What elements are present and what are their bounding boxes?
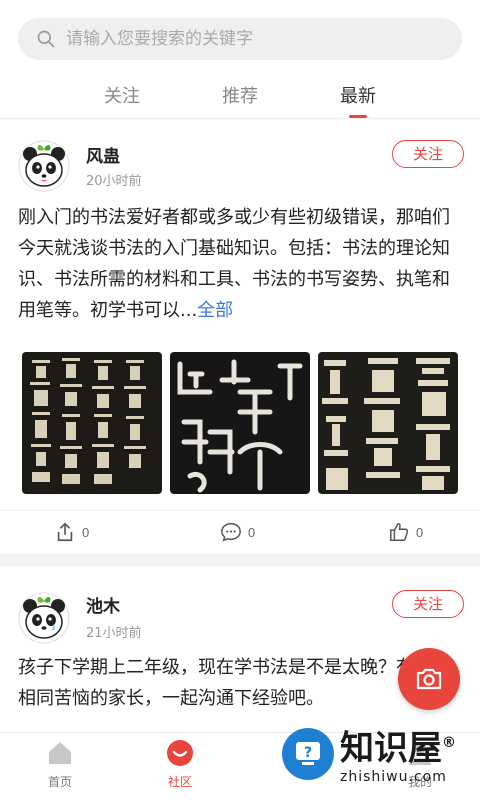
post-images — [22, 352, 458, 494]
watermark-title: 知识屋® — [340, 728, 456, 769]
home-icon — [49, 742, 71, 764]
like-count: 0 — [416, 524, 424, 540]
search-icon — [37, 30, 55, 48]
comment-icon — [221, 523, 241, 542]
share-count: 0 — [82, 524, 90, 540]
post-username[interactable]: 风蛊 — [86, 142, 120, 167]
follow-button[interactable]: 关注 — [392, 590, 464, 618]
tab-recommended[interactable]: 推荐 — [181, 72, 299, 118]
calligraphy-image[interactable] — [170, 352, 310, 494]
post-content[interactable]: 刚入门的书法爱好者都或多或少有些初级错误，那咱们今天就浅谈书法的入门基础知识。包… — [18, 202, 462, 326]
camera-button[interactable] — [398, 648, 460, 710]
avatar[interactable] — [18, 592, 70, 644]
comment-count: 0 — [248, 524, 256, 540]
svg-text:?: ? — [304, 745, 312, 761]
tab-latest[interactable]: 最新 — [299, 72, 417, 118]
post-username[interactable]: 池木 — [86, 592, 120, 617]
post-card: 风蛊 20小时前 关注 刚入门的书法爱好者都或多或少有些初级错误，那咱们今天就浅… — [0, 120, 480, 554]
nav-home[interactable]: 首页 — [20, 739, 100, 790]
calligraphy-image[interactable] — [318, 352, 458, 494]
comment-button[interactable]: 0 — [220, 521, 255, 543]
watermark-url: zhishiwu.com — [340, 768, 447, 785]
calligraphy-image[interactable] — [22, 352, 162, 494]
search-input[interactable] — [66, 29, 426, 49]
follow-button[interactable]: 关注 — [392, 140, 464, 168]
thumbs-up-icon — [390, 523, 409, 541]
like-button[interactable]: 0 — [388, 521, 423, 543]
expand-link[interactable]: 全部 — [197, 300, 233, 321]
post-time: 20小时前 — [86, 174, 142, 189]
watermark-logo-icon: ? — [282, 728, 334, 780]
tabs-divider — [0, 118, 480, 119]
post-content[interactable]: 孩子下学期上二年级，现在学书法是不是太晚？有没有相同苦恼的家长，一起沟通下经验吧… — [18, 652, 462, 714]
community-icon — [167, 740, 193, 766]
avatar[interactable] — [18, 140, 70, 192]
camera-icon — [416, 668, 442, 690]
feed-tabs: 关注 推荐 最新 — [0, 72, 480, 118]
share-icon — [57, 522, 73, 542]
share-button[interactable]: 0 — [54, 521, 89, 543]
post-separator — [0, 554, 480, 566]
watermark: ? 知识屋® zhishiwu.com — [280, 708, 480, 800]
nav-community[interactable]: 社区 — [140, 739, 220, 790]
search-bar[interactable] — [18, 18, 462, 60]
tab-following[interactable]: 关注 — [63, 72, 181, 118]
post-time: 21小时前 — [86, 626, 142, 641]
post-actions: 0 0 0 — [0, 510, 480, 550]
